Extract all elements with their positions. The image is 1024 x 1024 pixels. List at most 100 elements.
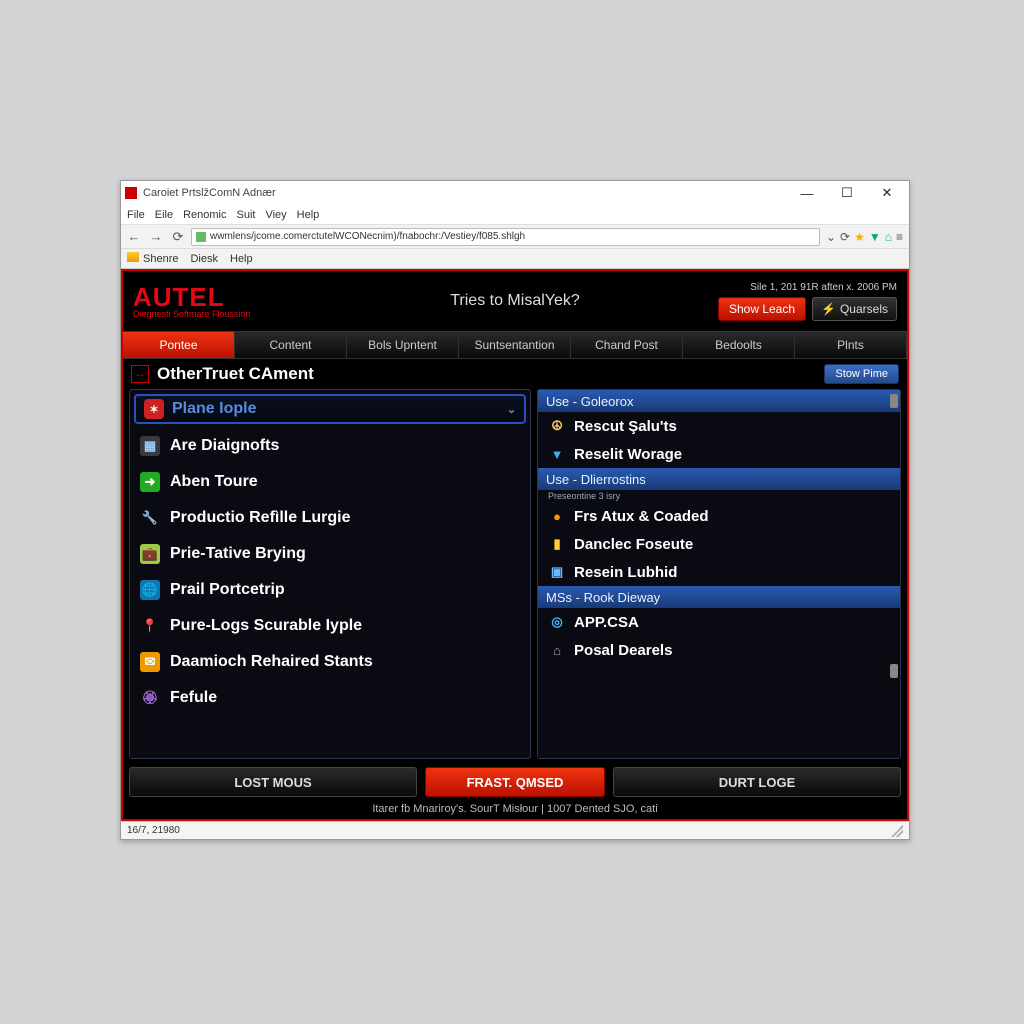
group-item-label: Resein Lubhid — [574, 564, 677, 581]
bolt-icon: ⚡ — [821, 302, 836, 316]
group-item-icon: ⌂ — [548, 641, 566, 659]
back-button[interactable]: ← — [125, 228, 143, 246]
dropdown-selected: Plane Iople — [172, 400, 256, 418]
left-item-3[interactable]: 💼Prie-Tative Brying — [130, 536, 530, 572]
chevron-down-icon: ⌄ — [507, 403, 516, 416]
group-item-1-0[interactable]: ● Frs Atux & Coaded — [538, 502, 900, 530]
group-item-icon: ▮ — [548, 535, 566, 553]
group-item-icon: ▼ — [548, 445, 566, 463]
left-item-2[interactable]: 🔧 Productio Refìlle Lurgie — [130, 500, 530, 536]
shield-icon[interactable]: ▼ — [869, 230, 881, 244]
tab-bedoolts[interactable]: Bedoolts — [683, 332, 795, 358]
refresh-small-icon[interactable]: ⟳ — [840, 230, 850, 244]
left-item-label: Pure-Logs Scurable Iyple — [170, 617, 362, 635]
titlebar: Caroiet PrtslžComN Adnær — ☐ ✕ — [121, 181, 909, 205]
dropdown-icon-red: ✶ — [144, 399, 164, 419]
app-header: AUTEL Diegnesti Softmare Floussion Tries… — [123, 271, 907, 331]
left-item-label: Fefule — [170, 689, 217, 707]
globe-icon: 🌐 — [140, 580, 160, 600]
left-item-1[interactable]: ➜ Aben Toure — [130, 464, 530, 500]
left-item-4[interactable]: 🌐Prail Portcetrip — [130, 572, 530, 608]
left-item-6[interactable]: ✉Daamioch Rehaired Stants — [130, 644, 530, 680]
group-item-1-2[interactable]: ▣ Resein Lubhid — [538, 558, 900, 586]
durt-loge-button[interactable]: DURT LOGE — [613, 767, 901, 797]
dropdown-icon[interactable]: ⌄ — [826, 230, 836, 244]
tab-pontee[interactable]: Pontee — [123, 332, 235, 358]
left-item-label: Productio Refìlle Lurgie — [170, 509, 350, 527]
left-item-7[interactable]: 🏵 Fefule — [130, 680, 530, 716]
quarsels-button[interactable]: ⚡Quarsels — [812, 297, 897, 321]
section-icon: ↔ — [131, 365, 149, 383]
bottom-buttons: LOST MOUS FRAST. QMSED DURT LOGE — [123, 763, 907, 801]
forward-button[interactable]: → — [147, 228, 165, 246]
lock-icon — [196, 232, 206, 242]
group-item-label: Posal Dearels — [574, 642, 672, 659]
tab-suntsentation[interactable]: Suntsentantion — [459, 332, 571, 358]
menu-viey[interactable]: Viey — [265, 209, 286, 221]
url-field[interactable]: wwmlens/jcome.comerctutelWCONecnim)/fnab… — [191, 228, 820, 246]
ribbon-icon: 🏵 — [140, 688, 160, 708]
hamburger-icon[interactable]: ≡ — [896, 230, 903, 244]
star-icon[interactable]: ★ — [854, 230, 865, 244]
tab-content[interactable]: Content — [235, 332, 347, 358]
home-icon[interactable]: ⌂ — [885, 230, 892, 244]
stow-pime-button[interactable]: Stow Pime — [824, 364, 899, 384]
group-sub-1: Preseontine 3 isry — [538, 490, 900, 502]
logo-text: AUTEL — [133, 284, 251, 310]
group-item-icon: ● — [548, 507, 566, 525]
left-item-label: Aben Toure — [170, 473, 258, 491]
right-pane: Use - Goleorox☮Rescut Şalu'ts▼Reselit Wo… — [537, 389, 901, 759]
group-item-label: Rescut Şalu'ts — [574, 418, 677, 435]
group-item-1-1[interactable]: ▮ Danclec Foseute — [538, 530, 900, 558]
folder-icon — [127, 252, 139, 262]
bookmark-shenre[interactable]: Shenre — [127, 252, 178, 265]
group-item-2-0[interactable]: ◎APP.CSA — [538, 608, 900, 636]
group-item-label: Danclec Foseute — [574, 536, 693, 553]
close-button[interactable]: ✕ — [873, 184, 901, 202]
mail-icon: ✉ — [140, 652, 160, 672]
frast-qmsed-button[interactable]: FRAST. QMSED — [425, 767, 605, 797]
group-item-0-0[interactable]: ☮ Rescut Şalu'ts — [538, 412, 900, 440]
status-text: 16/7, 21980 — [127, 825, 180, 836]
scrollbar[interactable] — [890, 664, 898, 678]
tab-chand-post[interactable]: Chand Post — [571, 332, 683, 358]
reload-button[interactable]: ⟳ — [169, 228, 187, 246]
address-bar: ← → ⟳ wwmlens/jcome.comerctutelWCONecnim… — [121, 225, 909, 249]
grid-icon: ▦ — [140, 436, 160, 456]
group-item-icon: ◎ — [548, 613, 566, 631]
left-item-0[interactable]: ▦ Are Diaignofts — [130, 428, 530, 464]
left-item-5[interactable]: 📍 Pure-Logs Scurable Iyple — [130, 608, 530, 644]
group-item-icon: ▣ — [548, 563, 566, 581]
app-content: AUTEL Diegnesti Softmare Floussion Tries… — [121, 269, 909, 821]
arrow-icon: ➜ — [140, 472, 160, 492]
show-leach-button[interactable]: Show Leach — [718, 297, 806, 321]
section-title: OtherTruet CAment — [157, 364, 816, 384]
scrollbar[interactable] — [890, 394, 898, 408]
minimize-button[interactable]: — — [793, 184, 821, 202]
group-item-2-1[interactable]: ⌂ Posal Dearels — [538, 636, 900, 664]
group-item-0-1[interactable]: ▼Reselit Worage — [538, 440, 900, 468]
left-pane: ✶ Plane Iople ⌄ ▦ Are Diaignofts ➜ Aben Tou… — [129, 389, 531, 759]
menubar: File Eile Renomic Suit Viey Help — [121, 205, 909, 225]
menu-eile[interactable]: Eile — [155, 209, 173, 221]
wrench-icon: 🔧 — [140, 508, 160, 528]
menu-file[interactable]: File — [127, 209, 145, 221]
menu-suit[interactable]: Suit — [236, 209, 255, 221]
header-prompt: Tries to MisalYek? — [450, 292, 580, 310]
bookmark-help[interactable]: Help — [230, 253, 253, 265]
left-item-label: Are Diaignofts — [170, 437, 279, 455]
tab-plnts[interactable]: Plnts — [795, 332, 907, 358]
plane-iople-dropdown[interactable]: ✶ Plane Iople ⌄ — [134, 394, 526, 424]
bookmark-diesk[interactable]: Diesk — [190, 253, 218, 265]
group-item-icon: ☮ — [548, 417, 566, 435]
statusbar: 16/7, 21980 — [121, 821, 909, 839]
tab-bols-upntent[interactable]: Bols Upntent — [347, 332, 459, 358]
menu-help[interactable]: Help — [297, 209, 320, 221]
window-title: Caroiet PrtslžComN Adnær — [143, 187, 793, 199]
menu-renomic[interactable]: Renomic — [183, 209, 226, 221]
lost-mous-button[interactable]: LOST MOUS — [129, 767, 417, 797]
pin-icon: 📍 — [140, 616, 160, 636]
resize-grip[interactable] — [891, 825, 903, 837]
maximize-button[interactable]: ☐ — [833, 184, 861, 202]
group-item-label: Frs Atux & Coaded — [574, 508, 708, 525]
